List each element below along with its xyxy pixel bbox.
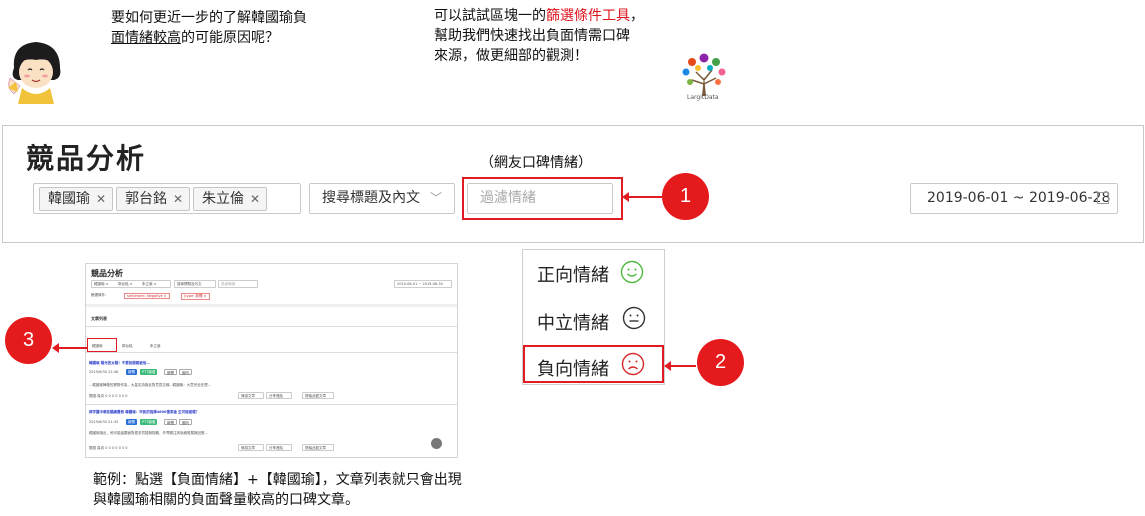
mini-article-snippet: 韓國瑜指出，他可能還要面對更多質疑與挑戰，外界關注其後續發展與回應... [89,431,208,435]
right-caption: 可以試試區塊一的篩選條件工具， 幫助我們快速找出負面情需口碑 來源，做更細部的觀… [434,6,644,66]
smile-icon [620,260,644,284]
left-caption-line1: 要如何更近一步的了解韓國瑜負 [111,10,307,26]
neutral-icon [622,306,646,330]
mini-button-label: 情感文章 [241,394,255,398]
mini-tag: 郭台銘 × [118,282,133,286]
date-range-value: 2019-06-01 ~ 2019-06-28 [927,190,1111,206]
mini-article-title: 韓國瑜 陽光的太陽！不要說服都被他... [89,361,151,365]
mini-badge: 國內 [179,419,192,425]
tag-label: 朱立倫 [202,191,244,207]
example-line1: 範例：點選【負面情緒】+【韓國瑜】，文章列表就只會出現 [93,472,462,488]
search-scope-value: 搜尋標題及內文 [322,190,420,206]
mini-list-title: 文章列表 [91,316,107,321]
mini-filter-label: 篩選條件： [91,293,109,297]
highlight-filter-box [462,177,623,220]
mini-chip: (type: 新聞 × [181,293,210,300]
mini-divider [86,304,457,307]
girl-illustration [8,42,61,104]
example-caption: 範例：點選【負面情緒】+【韓國瑜】，文章列表就只會出現 與韓國瑜相關的負面聲量較… [93,470,462,510]
mini-tab: 郭台銘 [122,344,133,348]
sentiment-note: （網友口碑情緒） [480,155,592,171]
step-marker-3: 3 [5,317,52,364]
right-caption-text-b: ， [630,8,644,24]
mini-badge: 國內 [179,369,192,375]
mini-tag: 朱立倫 × [142,282,157,286]
mini-scope: 搜尋標題及內文 [177,282,202,286]
mini-divider [86,352,457,353]
mini-tag: 韓國瑜 × [94,282,109,286]
right-caption-line1: 可以試試區塊一的篩選條件工具， [434,6,644,26]
remove-tag-icon[interactable]: ✕ [96,188,106,210]
mini-badge: PTT論壇 [140,369,158,375]
mini-button-label: 提議此觀文章 [305,446,326,450]
mini-title: 競品分析 [91,269,123,278]
highlight-negative-option [523,345,664,383]
mini-article-actions: 閱讀 負向 0 0 0 0 0 0 0 [89,394,128,398]
mini-badge: PTT論壇 [140,419,158,425]
mini-divider [86,404,457,405]
mini-article-meta: 2019/6/30 21:43 [89,420,119,424]
tag-label: 韓國瑜 [48,191,90,207]
mini-badge: 新聞 [126,419,137,425]
mini-chip: sentiment: Negative × [124,293,170,299]
example-line2: 與韓國瑜相關的負面聲量較高的口碑文章。 [93,492,359,508]
option-positive[interactable]: 正向情緒 [537,261,609,287]
mini-article-actions: 閱讀 負向 0 0 0 0 0 0 0 [89,446,128,450]
mini-badge: 新聞 [164,419,177,425]
step-marker-2: 2 [697,339,744,386]
logo-text: LargitData [687,94,719,101]
mini-article-snippet: ...韓國瑜陣營的實際作為，大量支持與反對意見交織...韓國瑜：大意完全在理..… [89,383,212,387]
mini-divider [86,326,457,327]
right-caption-highlight: 篩選條件工具 [546,8,630,24]
calendar-icon [1097,192,1109,204]
arrow-left-icon [664,361,696,371]
left-caption: 要如何更近一步的了解韓國瑜負 面情緒較高的可能原因呢？ [111,8,307,48]
mini-button-label: 分享連結 [269,446,283,450]
chevron-down-icon: ﹀ [429,191,442,205]
mini-article-meta: 2019/6/30 22:48 [89,370,119,374]
arrow-left-icon [52,343,88,353]
article-list-preview: 競品分析 韓國瑜 × 郭台銘 × 朱立倫 × 搜尋標題及內文 過濾情緒 2019… [85,263,458,458]
option-neutral[interactable]: 中立情緒 [537,309,609,335]
mini-date: 2019-06-01 ~ 2019-06-30 [397,282,443,286]
mini-button-label: 情感文章 [241,446,255,450]
tag-label: 郭台銘 [125,191,167,207]
date-range-picker[interactable]: 2019-06-01 ~ 2019-06-28 [910,183,1118,214]
mini-tab-highlight [87,338,117,352]
step-marker-1: 1 [662,173,709,220]
left-caption-line2: 面情緒較高的可能原因呢？ [111,28,307,48]
remove-tag-icon[interactable]: ✕ [173,188,183,210]
mini-tab: 朱立倫 [150,344,161,348]
mini-badge: 新聞 [126,369,137,375]
left-caption-rest: 的可能原因呢？ [181,30,279,46]
arrow-left-icon [622,192,662,202]
tag-terry-gou[interactable]: 郭台銘 ✕ [116,187,190,211]
right-caption-line2: 幫助我們快速找出負面情需口碑 [434,28,630,44]
page-title: 競品分析 [26,142,147,175]
scroll-top-icon [431,438,442,449]
mini-button-label: 提議此觀文章 [305,394,326,398]
mini-article-title: 郭宇翼中華民國總畫冊 韓國瑜：市民的指揮4600億美金 生可能被傷？ [89,410,200,414]
tag-eric-chu[interactable]: 朱立倫 ✕ [193,187,267,211]
mini-button-label: 分享連結 [269,394,283,398]
left-caption-underlined: 面情緒較高 [111,30,181,46]
remove-tag-icon[interactable]: ✕ [250,188,260,210]
right-caption-line3: 來源，做更細部的觀測！ [434,48,588,64]
mini-filter: 過濾情緒 [221,282,235,286]
right-caption-text-a: 可以試試區塊一的 [434,8,546,24]
tag-han-kuo-yu[interactable]: 韓國瑜 ✕ [39,187,113,211]
search-scope-select[interactable]: 搜尋標題及內文 ﹀ [309,183,455,214]
mini-badge: 新聞 [164,369,177,375]
